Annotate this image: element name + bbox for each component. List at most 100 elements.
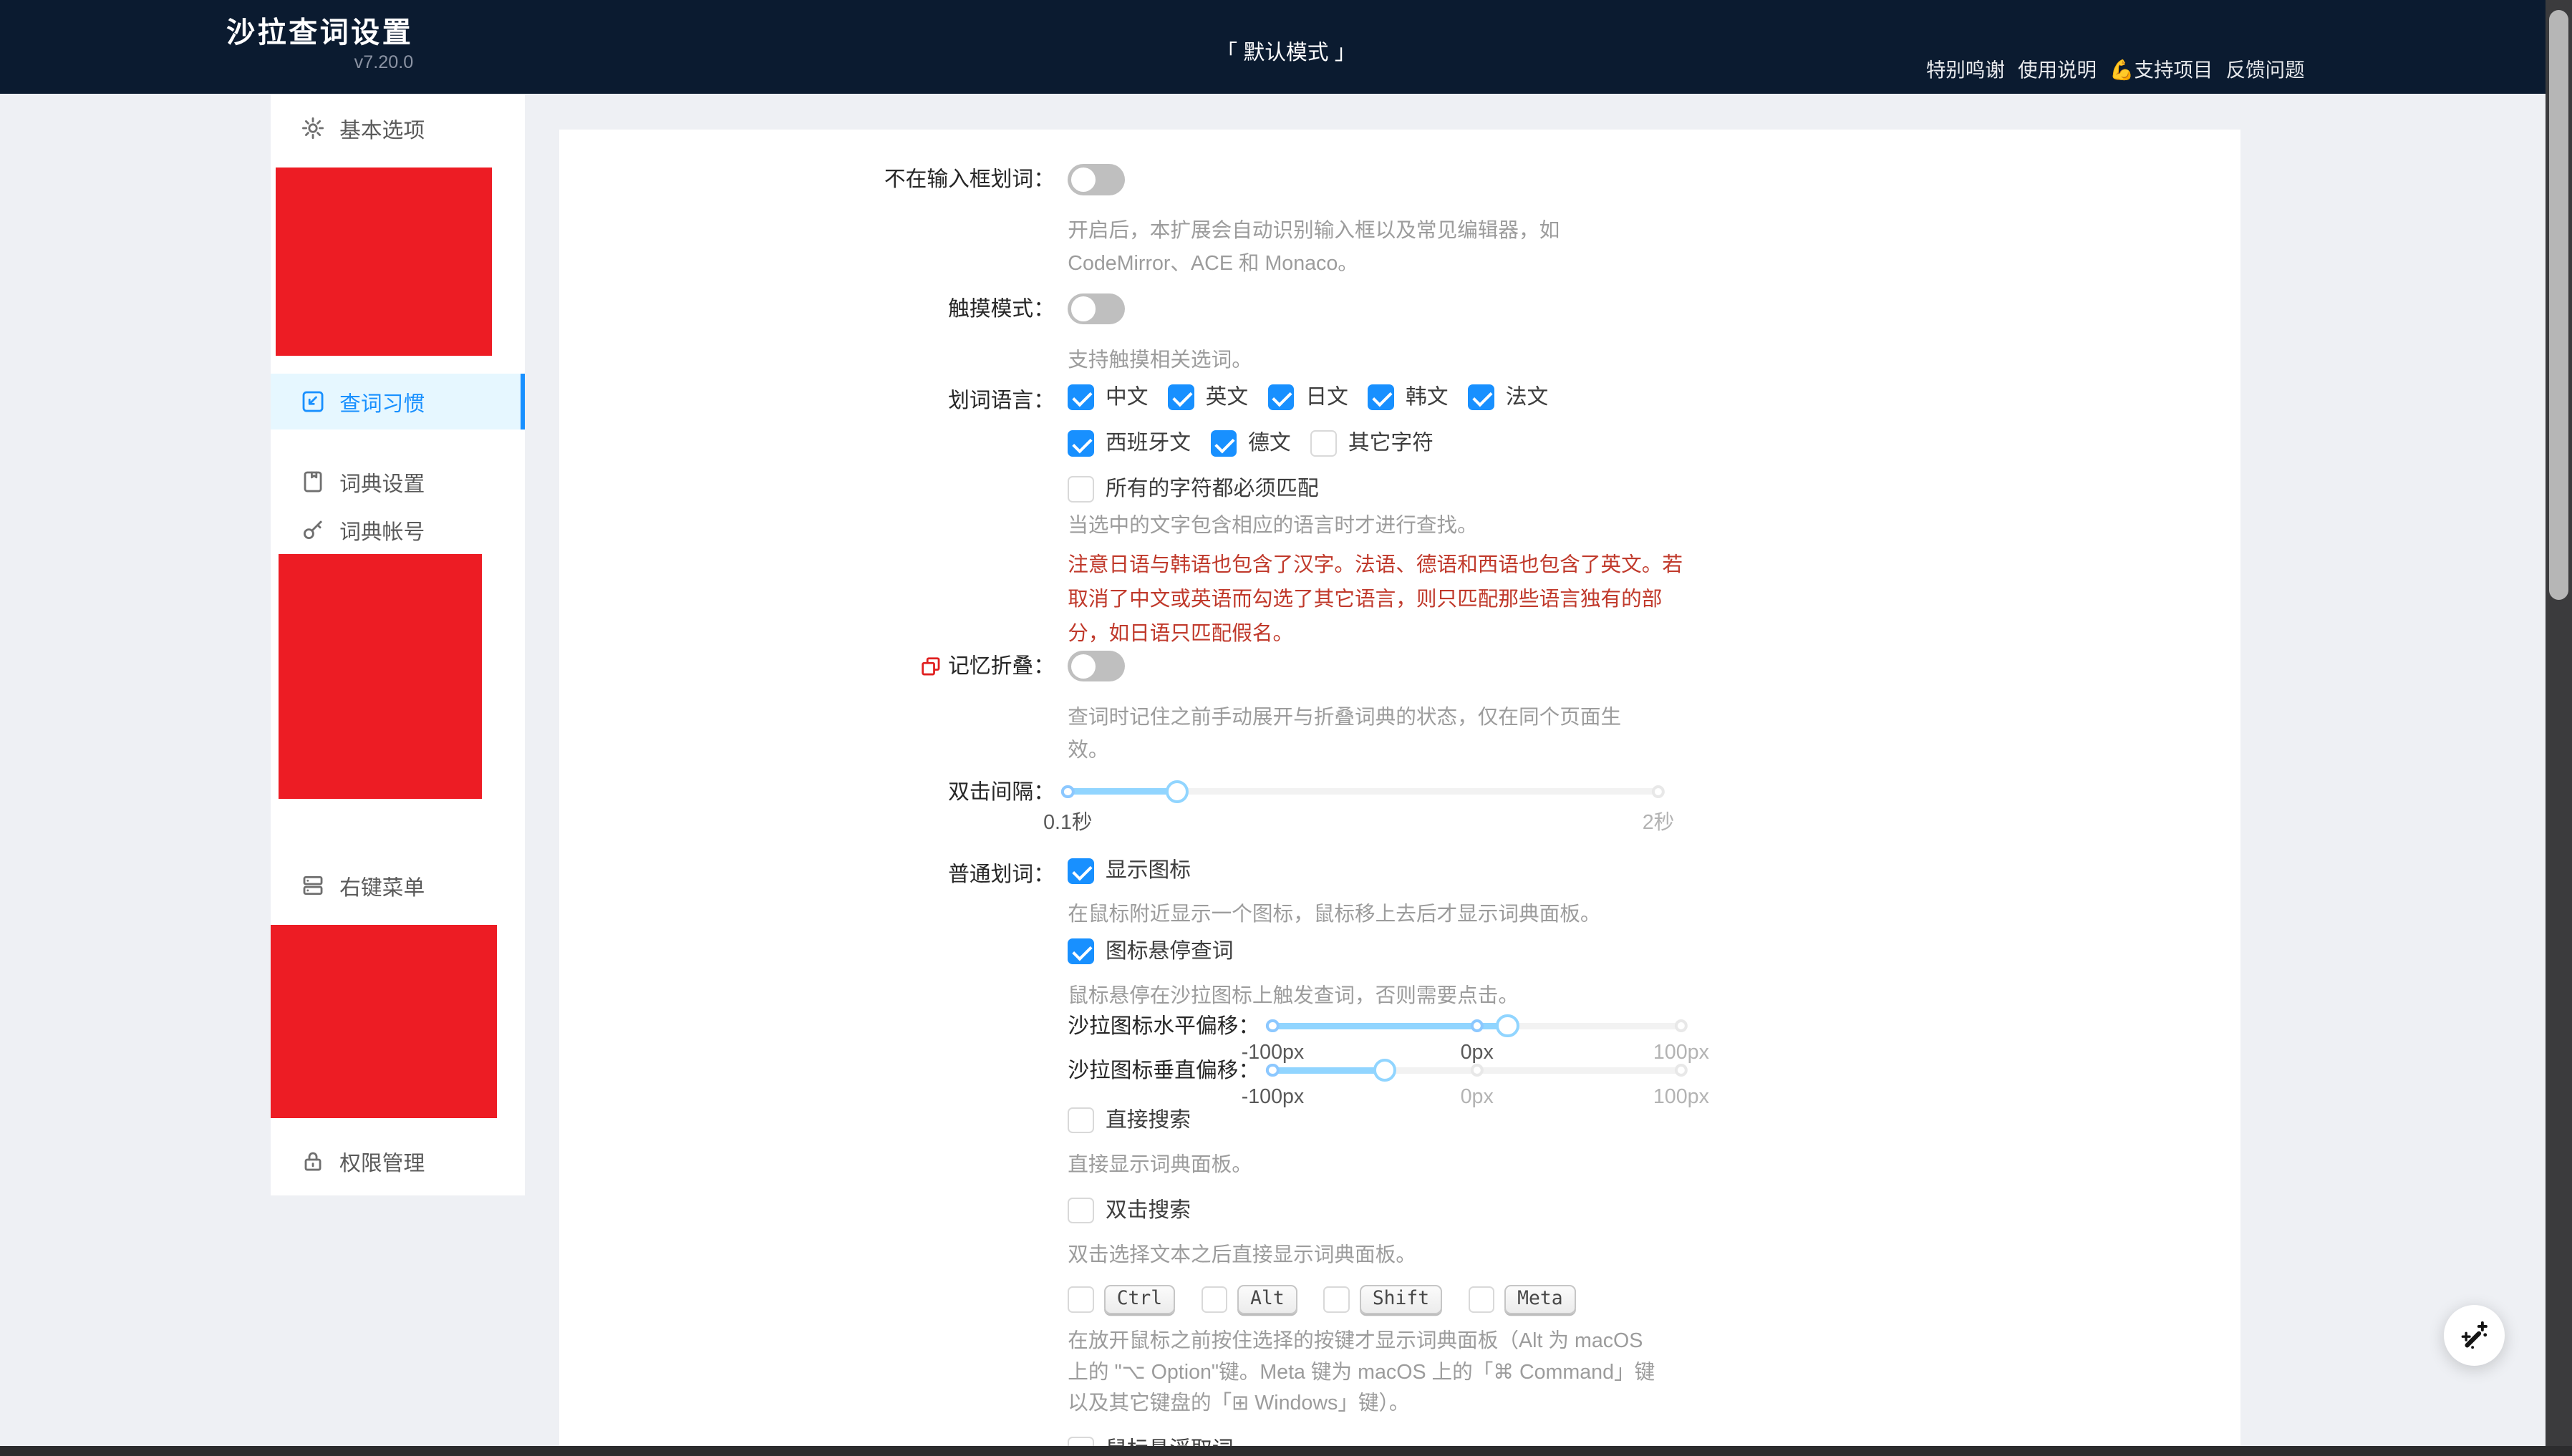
checkbox-lang-english[interactable]: 英文 — [1168, 384, 1248, 412]
checkbox-box[interactable] — [1068, 1198, 1094, 1224]
checkbox-lang-german[interactable]: 德文 — [1211, 429, 1291, 457]
checkbox-box[interactable] — [1268, 384, 1295, 411]
link-support-project[interactable]: 💪支持项目 — [2109, 54, 2213, 82]
checkbox-lang-korean[interactable]: 韩文 — [1368, 384, 1448, 412]
settings-panel: 不在输入框划词： 开启后，本扩展会自动识别输入框以及常见编辑器，如 CodeMi… — [559, 130, 2240, 1456]
sidebar-nav: 基本选项 查词习惯 词典设置 词典帐号 右键菜单 — [271, 94, 525, 1195]
setting-description: 双击选择文本之后直接显示词典面板。 — [1068, 1239, 1658, 1272]
hold-key-options: Ctrl Alt Shift Meta — [1068, 1285, 2240, 1314]
checkbox-box[interactable] — [1469, 1286, 1495, 1313]
checkbox-lang-others[interactable]: 其它字符 — [1310, 429, 1434, 457]
checkbox-box[interactable] — [1068, 384, 1094, 411]
language-hint: 当选中的文字包含相应的语言时才进行查找。 — [1068, 510, 1658, 543]
checkbox-double-click-search[interactable]: 双击搜索 — [1068, 1197, 1191, 1225]
slider-mark-label[interactable]: -100px — [1242, 1085, 1305, 1109]
checkbox-all-chars-match[interactable]: 所有的字符都必须匹配 — [1068, 475, 1318, 503]
setting-description: 直接显示词典面板。 — [1068, 1149, 1658, 1182]
sidebar-item-label: 权限管理 — [339, 1145, 425, 1177]
checkbox-box[interactable] — [1310, 430, 1337, 457]
link-acknowledgement[interactable]: 特别鸣谢 — [1926, 54, 2005, 82]
slider-handle[interactable] — [1166, 780, 1189, 803]
touch-mode-toggle[interactable] — [1068, 293, 1125, 325]
setting-description: 开启后，本扩展会自动识别输入框以及常见编辑器，如 CodeMirror、ACE … — [1068, 215, 1658, 281]
checkbox-box[interactable] — [1068, 1286, 1094, 1313]
checkbox-icon-hover-search[interactable]: 图标悬停查词 — [1068, 938, 1233, 966]
checkbox-box[interactable] — [1368, 384, 1394, 411]
setting-label: 不在输入框划词： — [559, 164, 1055, 195]
checkbox-box[interactable] — [1068, 476, 1094, 503]
setting-label: 沙拉图标垂直偏移： — [1068, 1059, 1260, 1083]
kbd-alt: Alt — [1237, 1285, 1297, 1314]
checkbox-hold-shift[interactable]: Shift — [1323, 1285, 1442, 1314]
magic-wand-icon — [2459, 1320, 2490, 1351]
sidebar-item-search-habits[interactable]: 查词习惯 — [271, 374, 525, 429]
checkbox-hold-meta[interactable]: Meta — [1469, 1285, 1576, 1314]
kbd-meta: Meta — [1504, 1285, 1575, 1314]
sidebar-ad-banner-3[interactable] — [271, 925, 497, 1118]
slider-mark-dot — [1675, 1064, 1688, 1077]
window-bottom-edge — [0, 1446, 2572, 1456]
setting-double-click-interval: 双击间隔： 0.1秒 2秒 — [559, 780, 2240, 808]
lock-icon — [301, 1150, 324, 1173]
sidebar-item-context-menus[interactable]: 右键菜单 — [271, 859, 525, 911]
no-inputbox-toggle[interactable] — [1068, 164, 1125, 195]
checkbox-lang-spanish[interactable]: 西班牙文 — [1068, 429, 1191, 457]
checkbox-box[interactable] — [1468, 384, 1494, 411]
slider-mark-label[interactable]: 0.1秒 — [1043, 806, 1092, 835]
book-icon — [301, 470, 324, 493]
checkbox-show-icon[interactable]: 显示图标 — [1068, 857, 1191, 885]
checkbox-box[interactable] — [1068, 938, 1094, 965]
checkbox-box[interactable] — [1323, 1286, 1350, 1313]
link-report-issue[interactable]: 反馈问题 — [2226, 54, 2305, 82]
sidebar-item-basic-options[interactable]: 基本选项 — [271, 102, 525, 154]
sidebar-item-label: 基本选项 — [339, 112, 425, 144]
gear-icon — [301, 117, 324, 140]
checkbox-direct-search[interactable]: 直接搜索 — [1068, 1107, 1191, 1135]
checkbox-box[interactable] — [1068, 430, 1094, 457]
checkbox-lang-chinese[interactable]: 中文 — [1068, 384, 1148, 412]
slider-mark-label[interactable]: 2秒 — [1643, 806, 1675, 835]
setting-touch-mode: 触摸模式： 支持触摸相关选词。 — [559, 293, 2240, 377]
checkbox-box[interactable] — [1068, 858, 1094, 885]
slider-handle[interactable] — [1373, 1059, 1396, 1082]
header-links: 特别鸣谢 使用说明 💪支持项目 反馈问题 — [1926, 54, 2305, 82]
icon-x-offset-slider[interactable]: -100px 0px 100px — [1272, 1014, 1681, 1037]
checkbox-box[interactable] — [1168, 384, 1194, 411]
icon-y-offset-slider[interactable]: -100px 0px 100px — [1272, 1059, 1681, 1082]
sidebar-item-dictionaries[interactable]: 词典设置 — [271, 456, 525, 508]
sidebar-item-dict-accounts[interactable]: 词典帐号 — [271, 503, 525, 555]
sidebar-ad-banner-2[interactable] — [279, 554, 482, 798]
checkbox-box[interactable] — [1068, 1107, 1094, 1134]
setting-description: 在鼠标附近显示一个图标，鼠标移上去后才显示词典面板。 — [1068, 898, 1658, 931]
setting-remember-fold: 记忆折叠： 查词时记住之前手动展开与折叠词典的状态，仅在同个页面生效。 — [559, 651, 2240, 767]
slider-mark-label[interactable]: 100px — [1653, 1085, 1709, 1109]
checkbox-hold-alt[interactable]: Alt — [1202, 1285, 1297, 1314]
checkbox-box[interactable] — [1211, 430, 1237, 457]
setting-label: 沙拉图标水平偏移： — [1068, 1014, 1260, 1039]
magic-wand-fab-button[interactable] — [2444, 1305, 2505, 1366]
setting-label: 划词语言： — [559, 385, 1055, 417]
scrollbar-track[interactable] — [2546, 0, 2572, 1456]
link-instructions[interactable]: 使用说明 — [2018, 54, 2097, 82]
sidebar-ad-banner-1[interactable] — [276, 168, 492, 356]
checkbox-box[interactable] — [1202, 1286, 1228, 1313]
sidebar-item-label: 右键菜单 — [339, 870, 425, 901]
double-click-interval-slider[interactable]: 0.1秒 2秒 — [1068, 780, 1658, 803]
setting-icon-x-offset: 沙拉图标水平偏移： -100px 0px 100px — [1068, 1014, 2240, 1039]
sidebar-item-permissions[interactable]: 权限管理 — [271, 1135, 525, 1187]
checkbox-lang-japanese[interactable]: 日文 — [1268, 384, 1348, 412]
slider-handle[interactable] — [1496, 1014, 1519, 1037]
setting-normal-selection: 普通划词： 显示图标 在鼠标附近显示一个图标，鼠标移上去后才显示词典面板。 图标… — [559, 857, 2240, 1456]
remember-fold-toggle[interactable] — [1068, 651, 1125, 682]
menu-list-icon — [301, 874, 324, 897]
slider-mark-label[interactable]: 0px — [1461, 1085, 1494, 1109]
saladict-options-window: 沙拉查词设置 v7.20.0 「 默认模式 」 特别鸣谢 使用说明 💪支持项目 … — [0, 0, 2572, 1456]
scrollbar-thumb[interactable] — [2549, 10, 2568, 601]
setting-description: 支持触摸相关选词。 — [1068, 344, 1658, 377]
kbd-shift: Shift — [1360, 1285, 1442, 1314]
sidebar-item-label: 词典设置 — [339, 466, 425, 498]
checkbox-hold-ctrl[interactable]: Ctrl — [1068, 1285, 1175, 1314]
slider-fill — [1272, 1067, 1385, 1074]
setting-label: 记忆折叠： — [559, 651, 1055, 682]
checkbox-lang-french[interactable]: 法文 — [1468, 384, 1548, 412]
